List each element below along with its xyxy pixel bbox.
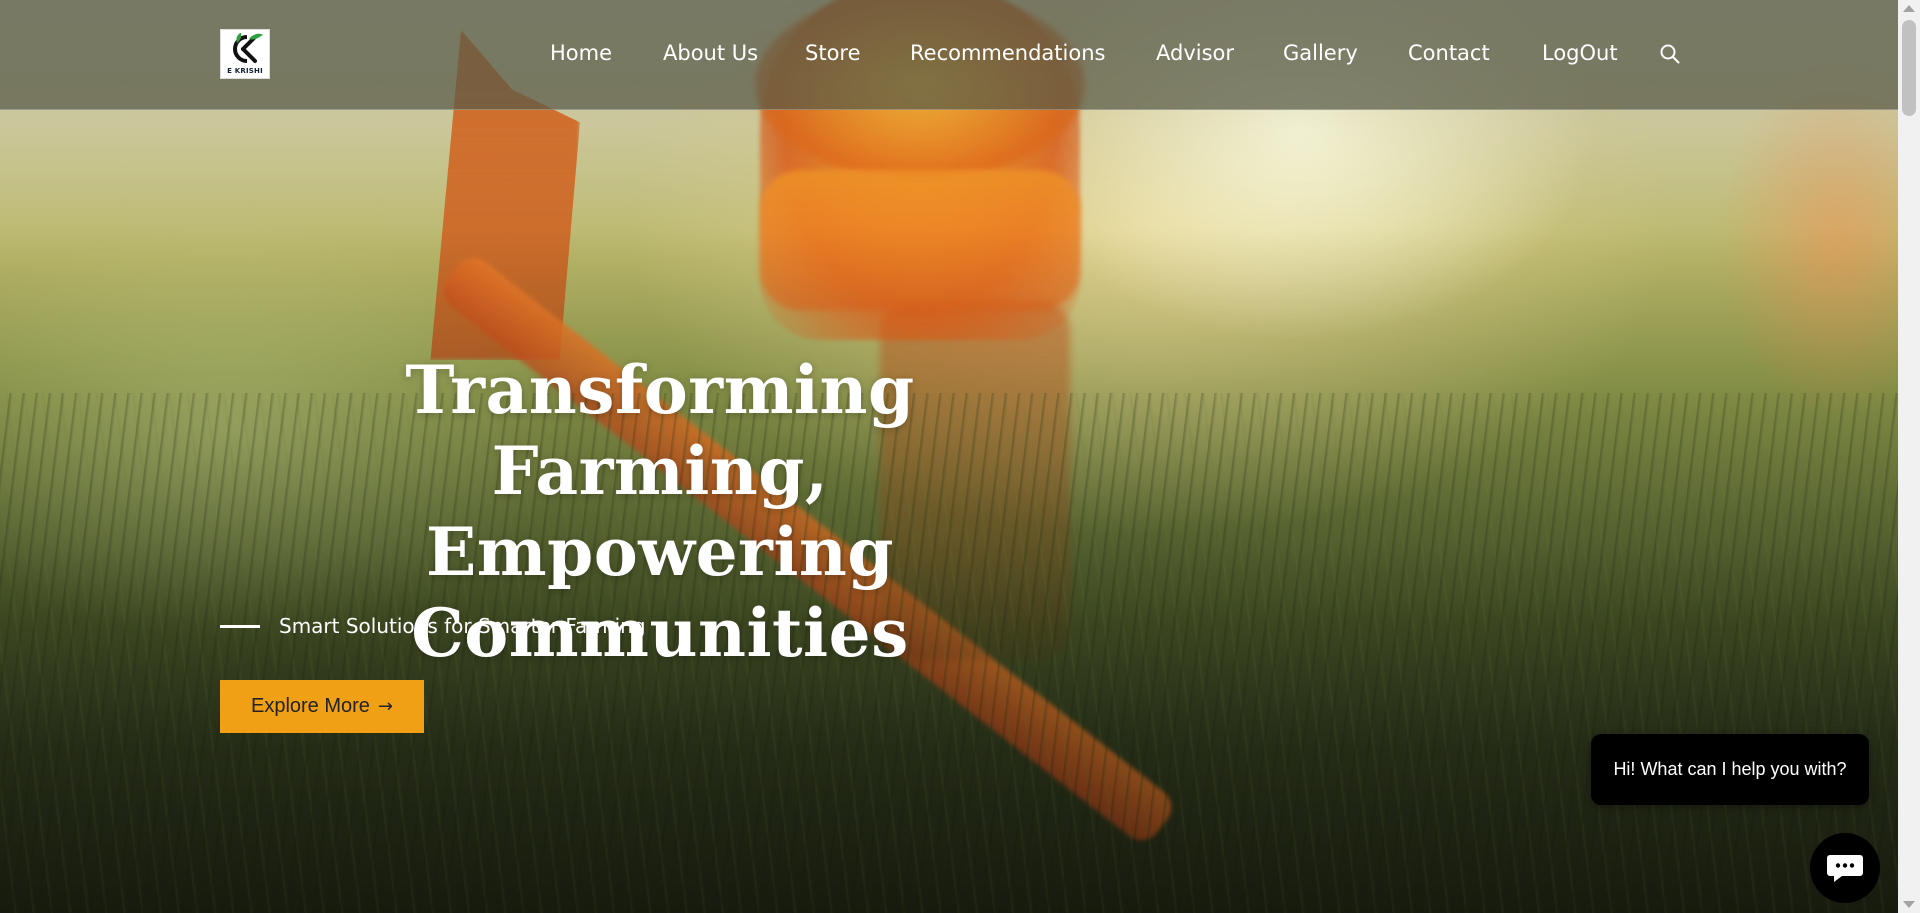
arrow-right-icon: → bbox=[377, 696, 394, 717]
nav-recommendations[interactable]: Recommendations bbox=[910, 38, 1105, 68]
nav-store[interactable]: Store bbox=[805, 38, 861, 68]
page-scrollbar[interactable] bbox=[1898, 0, 1920, 913]
explore-more-label: Explore More bbox=[250, 695, 370, 717]
logo-text: E KRISHI bbox=[227, 67, 263, 75]
navbar: E KRISHI Home About Us Store Recommendat… bbox=[0, 0, 1898, 110]
nav-home[interactable]: Home bbox=[550, 38, 612, 68]
chat-icon bbox=[1827, 855, 1863, 882]
nav-contact[interactable]: Contact bbox=[1408, 38, 1490, 68]
chat-greeting-bubble[interactable]: Hi! What can I help you with? bbox=[1591, 734, 1869, 805]
nav-logout[interactable]: LogOut bbox=[1542, 38, 1618, 68]
nav-advisor[interactable]: Advisor bbox=[1156, 38, 1234, 68]
hero-tagline: Smart Solutions for Smarter Farming bbox=[279, 614, 646, 638]
site-logo[interactable]: E KRISHI bbox=[220, 29, 270, 79]
scroll-thumb[interactable] bbox=[1902, 20, 1916, 116]
chat-greeting-text: Hi! What can I help you with? bbox=[1613, 759, 1847, 779]
nav-about-us[interactable]: About Us bbox=[663, 38, 758, 68]
chat-launcher-button[interactable] bbox=[1810, 833, 1880, 903]
nav-gallery[interactable]: Gallery bbox=[1283, 38, 1358, 68]
search-icon[interactable] bbox=[1660, 44, 1680, 64]
scroll-down-icon[interactable] bbox=[1903, 901, 1915, 908]
hero-title-line-1: Transforming Farming, bbox=[405, 351, 915, 510]
scroll-up-icon[interactable] bbox=[1903, 5, 1915, 12]
tagline-divider bbox=[220, 625, 260, 628]
hero-title-line-2: Empowering bbox=[425, 513, 895, 591]
explore-more-button[interactable]: Explore More → bbox=[220, 680, 424, 733]
ekrishi-logo-icon bbox=[233, 33, 263, 63]
